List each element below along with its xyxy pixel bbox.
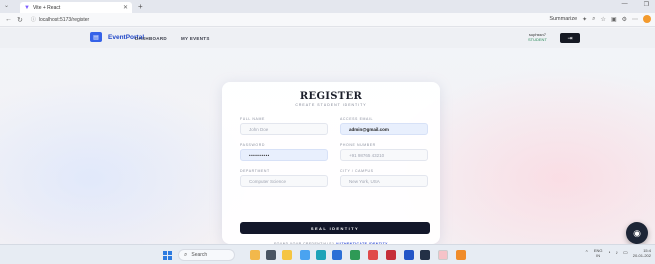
- profile-avatar[interactable]: [643, 15, 651, 23]
- chrome-icon[interactable]: [456, 250, 466, 260]
- department-input[interactable]: Computer Science: [240, 175, 328, 187]
- file-explorer-icon[interactable]: [282, 250, 292, 260]
- new-tab-button[interactable]: +: [138, 2, 143, 11]
- department-label: DEPARTMENT: [240, 169, 270, 173]
- page-content: ▤ EventPortal DASHBOARD MY EVENTS suphss…: [0, 28, 655, 246]
- tab-title: Vite + React: [32, 4, 61, 11]
- taskbar-search[interactable]: ⌕ Search: [178, 249, 235, 261]
- register-title: REGISTER: [299, 91, 363, 102]
- refresh-icon[interactable]: ↻: [17, 16, 23, 24]
- restore-icon[interactable]: ❐: [644, 1, 649, 8]
- favorite-icon[interactable]: ☆: [601, 16, 606, 23]
- url-text: localhost:5173/register: [38, 17, 90, 23]
- summarize-button[interactable]: Summarize: [549, 16, 577, 22]
- collections-icon[interactable]: ▣: [611, 16, 617, 23]
- chevron-up-icon[interactable]: ⌃: [585, 250, 589, 256]
- email-label: ACCESS EMAIL: [340, 117, 374, 121]
- system-tray: ⌃ ENG IN ◔ ♪ ▭ 15:4 20-01-202: [585, 248, 651, 258]
- tab-actions-icon[interactable]: ⌄: [4, 2, 9, 9]
- site-info-icon[interactable]: ⓘ: [31, 17, 36, 23]
- register-subtitle: CREATE STUDENT IDENTITY: [295, 103, 367, 107]
- user-role: STUDENT: [528, 36, 547, 42]
- nav-my-events[interactable]: MY EVENTS: [181, 36, 210, 41]
- clock[interactable]: 15:4 20-01-202: [633, 248, 651, 258]
- browser-tab[interactable]: ▼ Vite + React ✕: [20, 2, 132, 13]
- logout-button[interactable]: ⇥: [560, 33, 580, 43]
- app-icon[interactable]: [438, 250, 448, 260]
- battery-icon[interactable]: ▭: [623, 250, 628, 256]
- minimize-icon[interactable]: —: [622, 1, 628, 8]
- close-tab-icon[interactable]: ✕: [123, 4, 128, 11]
- clock-date: 20-01-202: [632, 253, 651, 258]
- window-controls: — ❐: [622, 1, 649, 8]
- register-card: REGISTER CREATE STUDENT IDENTITY FULL NA…: [222, 82, 440, 246]
- browser-tab-bar: ⌄ ▼ Vite + React ✕ + — ❐: [0, 0, 655, 13]
- email-input[interactable]: admin@gmail.com: [340, 123, 428, 135]
- start-icon[interactable]: [163, 251, 172, 260]
- vscode-icon[interactable]: [350, 250, 360, 260]
- app-icon[interactable]: [404, 250, 414, 260]
- app-icon[interactable]: [420, 250, 430, 260]
- password-label: PASSWORD: [240, 143, 265, 147]
- password-input[interactable]: ••••••••••: [240, 149, 328, 161]
- language-region: IN: [596, 253, 601, 258]
- phone-label: PHONE NUMBER: [340, 143, 376, 147]
- volume-icon[interactable]: ♪: [616, 250, 619, 256]
- full-name-input[interactable]: John Doe: [240, 123, 328, 135]
- phone-input[interactable]: +91 98765 43210: [340, 149, 428, 161]
- more-icon[interactable]: ⋯: [632, 16, 638, 23]
- teams-icon[interactable]: [368, 250, 378, 260]
- mail-icon[interactable]: [332, 250, 342, 260]
- browser-toolbar: Summarize ✦ ⌕ ☆ ▣ ⚙ ⋯: [549, 15, 651, 23]
- extensions-icon[interactable]: ⚙: [622, 16, 627, 23]
- taskbar-search-label: Search: [191, 252, 208, 258]
- city-input[interactable]: New York, USA: [340, 175, 428, 187]
- app-icon[interactable]: [386, 250, 396, 260]
- copilot-icon[interactable]: ✦: [582, 16, 587, 23]
- full-name-label: FULL NAME: [240, 117, 265, 121]
- url-field[interactable]: ⓘ localhost:5173/register: [31, 16, 89, 23]
- chat-icon: ◉: [633, 227, 641, 238]
- store-icon[interactable]: [316, 250, 326, 260]
- nav-dashboard[interactable]: DASHBOARD: [135, 36, 167, 41]
- seal-identity-button[interactable]: SEAL IDENTITY: [240, 222, 430, 234]
- address-bar: ← ↻ ⓘ localhost:5173/register Summarize ✦…: [0, 13, 655, 27]
- wifi-icon[interactable]: ◔: [607, 250, 610, 256]
- search-icon[interactable]: ⌕: [592, 16, 595, 23]
- task-view-icon[interactable]: [266, 250, 276, 260]
- edge-icon[interactable]: [300, 250, 310, 260]
- app-navbar: ▤ EventPortal DASHBOARD MY EVENTS suphss…: [0, 28, 655, 48]
- user-tag: suphssn7 STUDENT: [528, 32, 547, 42]
- calendar-icon: ▤: [90, 32, 102, 42]
- search-icon: ⌕: [184, 251, 188, 258]
- city-label: CITY / CAMPUS: [340, 169, 374, 173]
- language-indicator[interactable]: ENG IN: [594, 248, 603, 258]
- logout-icon: ⇥: [567, 35, 573, 42]
- back-icon[interactable]: ←: [5, 16, 12, 23]
- widgets-icon[interactable]: [250, 250, 260, 260]
- taskbar: ⌕ Search ⌃ ENG IN ◔ ♪ ▭ 15:4 20-01-202: [0, 244, 655, 264]
- vite-icon: ▼: [24, 4, 30, 11]
- chat-fab-button[interactable]: ◉: [626, 222, 648, 244]
